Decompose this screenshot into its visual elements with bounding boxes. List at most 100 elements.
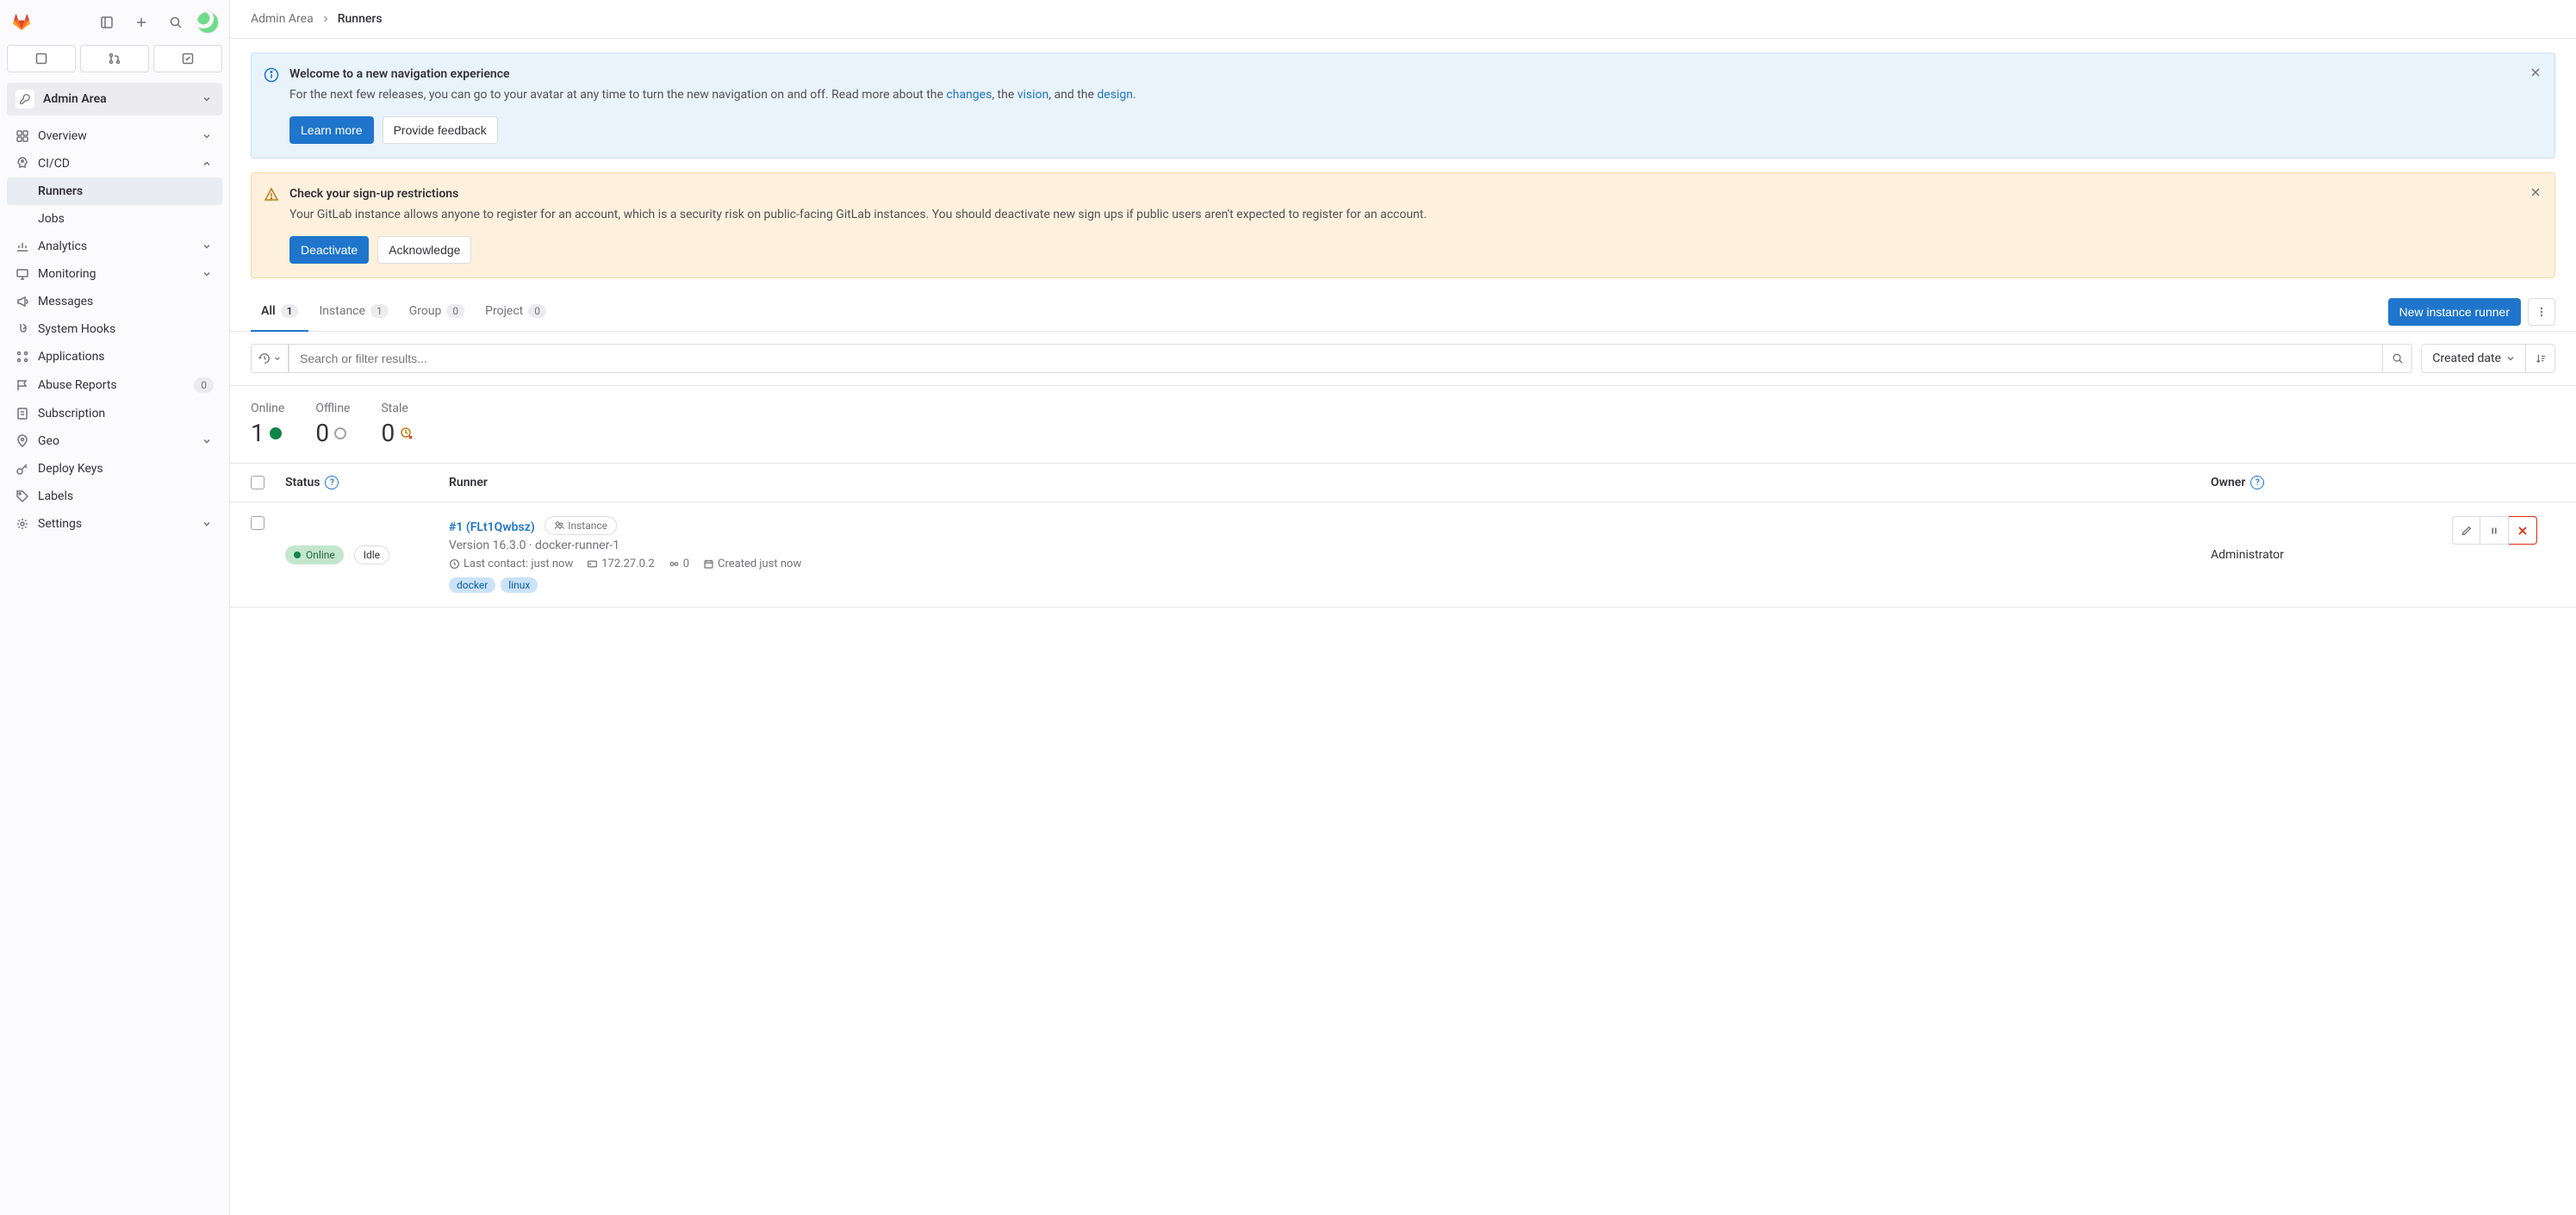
gitlab-logo[interactable] (10, 11, 33, 34)
vision-link[interactable]: vision (1017, 88, 1049, 102)
sort-direction-button[interactable] (2526, 344, 2555, 373)
collapse-sidebar-icon[interactable] (93, 9, 121, 36)
chevron-right-icon (322, 16, 329, 22)
sidebar-item-label: Labels (38, 489, 214, 503)
status-column-header: Status ? (285, 476, 449, 489)
runner-table-header: Status ? Runner Owner ? (230, 463, 2576, 502)
chevron-down-icon (200, 129, 214, 143)
tab-project[interactable]: Project0 (475, 292, 557, 332)
sidebar: Admin Area Overview CI/CD RunnersJobsAnaly… (0, 0, 230, 1215)
more-actions-button[interactable] (2528, 298, 2555, 326)
last-contact: Last contact: just now (449, 558, 573, 570)
ip-address: 172.27.0.2 (587, 558, 654, 570)
tab-count: 1 (370, 304, 389, 318)
sidebar-top-buttons (0, 45, 229, 79)
alert-body: For the next few releases, you can go to… (289, 86, 2541, 104)
provide-feedback-button[interactable]: Provide feedback (383, 116, 498, 144)
key-icon (16, 462, 29, 476)
breadcrumb-root[interactable]: Admin Area (251, 12, 314, 26)
delete-runner-button[interactable] (2509, 516, 2537, 545)
tab-group[interactable]: Group0 (399, 292, 475, 332)
sidebar-item-label: Applications (38, 350, 214, 364)
sidebar-item-label: CI/CD (38, 157, 191, 171)
signup-restrictions-alert: Check your sign-up restrictions Your Git… (251, 172, 2555, 278)
sidebar-item-label: Deploy Keys (38, 462, 214, 476)
help-icon[interactable]: ? (325, 476, 339, 489)
sidebar-subitem-runners[interactable]: Runners (7, 178, 222, 205)
tag: docker (449, 577, 495, 593)
sidebar-header (0, 0, 229, 45)
created-at: Created just now (703, 558, 801, 570)
apps-icon (16, 350, 29, 364)
sidebar-item-system-hooks[interactable]: System Hooks (7, 315, 222, 343)
stat-stale: Stale 0 (381, 402, 414, 447)
breadcrumb-current: Runners (338, 12, 383, 26)
monitor-icon (16, 267, 29, 281)
sidebar-item-overview[interactable]: Overview (7, 122, 222, 150)
alert-body: Your GitLab instance allows anyone to re… (289, 206, 2541, 224)
search-history-button[interactable] (251, 344, 289, 373)
sidebar-item-deploy-keys[interactable]: Deploy Keys (7, 455, 222, 483)
close-alert-button[interactable] (2525, 62, 2546, 83)
main-content: Admin Area Runners Welcome to a new navi… (230, 0, 2576, 1215)
sidebar-item-analytics[interactable]: Analytics (7, 233, 222, 260)
acknowledge-button[interactable]: Acknowledge (377, 236, 471, 264)
merge-requests-button[interactable] (80, 45, 149, 72)
sidebar-subitem-jobs[interactable]: Jobs (7, 205, 222, 233)
plus-icon[interactable] (128, 9, 155, 36)
new-instance-runner-button[interactable]: New instance runner (2388, 298, 2521, 326)
tab-instance[interactable]: Instance1 (308, 292, 398, 332)
deactivate-button[interactable]: Deactivate (289, 236, 369, 264)
sidebar-item-messages[interactable]: Messages (7, 288, 222, 315)
todos-button[interactable] (153, 45, 222, 72)
offline-dot-icon (334, 427, 346, 439)
location-icon (16, 434, 29, 448)
search-icon[interactable] (162, 9, 190, 36)
info-icon (264, 67, 279, 83)
user-avatar[interactable] (196, 11, 219, 34)
help-icon[interactable]: ? (2250, 476, 2264, 489)
runner-version: Version 16.3.0 · docker-runner-1 (449, 539, 2211, 552)
sidebar-item-applications[interactable]: Applications (7, 343, 222, 371)
alert-actions: Learn more Provide feedback (289, 116, 2541, 144)
tab-count: 0 (446, 304, 464, 318)
runner-owner[interactable]: Administrator (2211, 516, 2452, 593)
chevron-down-icon (200, 240, 214, 253)
sort-dropdown[interactable]: Created date (2421, 344, 2526, 373)
issues-button[interactable] (7, 45, 76, 72)
pause-runner-button[interactable] (2480, 516, 2509, 545)
flag-icon (16, 378, 29, 392)
stat-offline: Offline 0 (315, 402, 350, 447)
tab-all[interactable]: All1 (251, 292, 308, 332)
warning-icon (264, 187, 279, 202)
sidebar-item-labels[interactable]: Labels (7, 483, 222, 510)
sidebar-item-settings[interactable]: Settings (7, 510, 222, 538)
sidebar-item-label: System Hooks (38, 322, 214, 336)
chart-icon (16, 240, 29, 253)
sidebar-item-abuse-reports[interactable]: Abuse Reports0 (7, 371, 222, 400)
row-checkbox[interactable] (251, 516, 264, 530)
runner-row: Online Idle #1 (FLt1Qwbsz) Instance Vers… (230, 502, 2576, 608)
sidebar-item-ci-cd[interactable]: CI/CD (7, 150, 222, 178)
edit-runner-button[interactable] (2452, 516, 2480, 545)
context-admin-area[interactable]: Admin Area (7, 83, 222, 115)
runner-tags: dockerlinux (449, 577, 2211, 593)
sidebar-item-monitoring[interactable]: Monitoring (7, 260, 222, 288)
owner-column-header: Owner ? (2211, 476, 2452, 489)
sidebar-item-geo[interactable]: Geo (7, 427, 222, 455)
job-count: 0 (669, 558, 689, 570)
chevron-down-icon (200, 267, 214, 281)
select-all-checkbox[interactable] (251, 476, 264, 489)
sidebar-item-label: Settings (38, 517, 191, 531)
learn-more-button[interactable]: Learn more (289, 116, 374, 144)
runner-id-link[interactable]: #1 (FLt1Qwbsz) (449, 520, 535, 534)
design-link[interactable]: design (1097, 88, 1133, 102)
sidebar-item-subscription[interactable]: Subscription (7, 400, 222, 427)
sidebar-item-label: Messages (38, 295, 214, 308)
license-icon (16, 407, 29, 421)
search-button[interactable] (2383, 344, 2412, 373)
changes-link[interactable]: changes (946, 88, 992, 102)
search-input[interactable] (289, 344, 2383, 373)
chevron-down-icon (200, 92, 214, 106)
close-alert-button[interactable] (2525, 182, 2546, 202)
